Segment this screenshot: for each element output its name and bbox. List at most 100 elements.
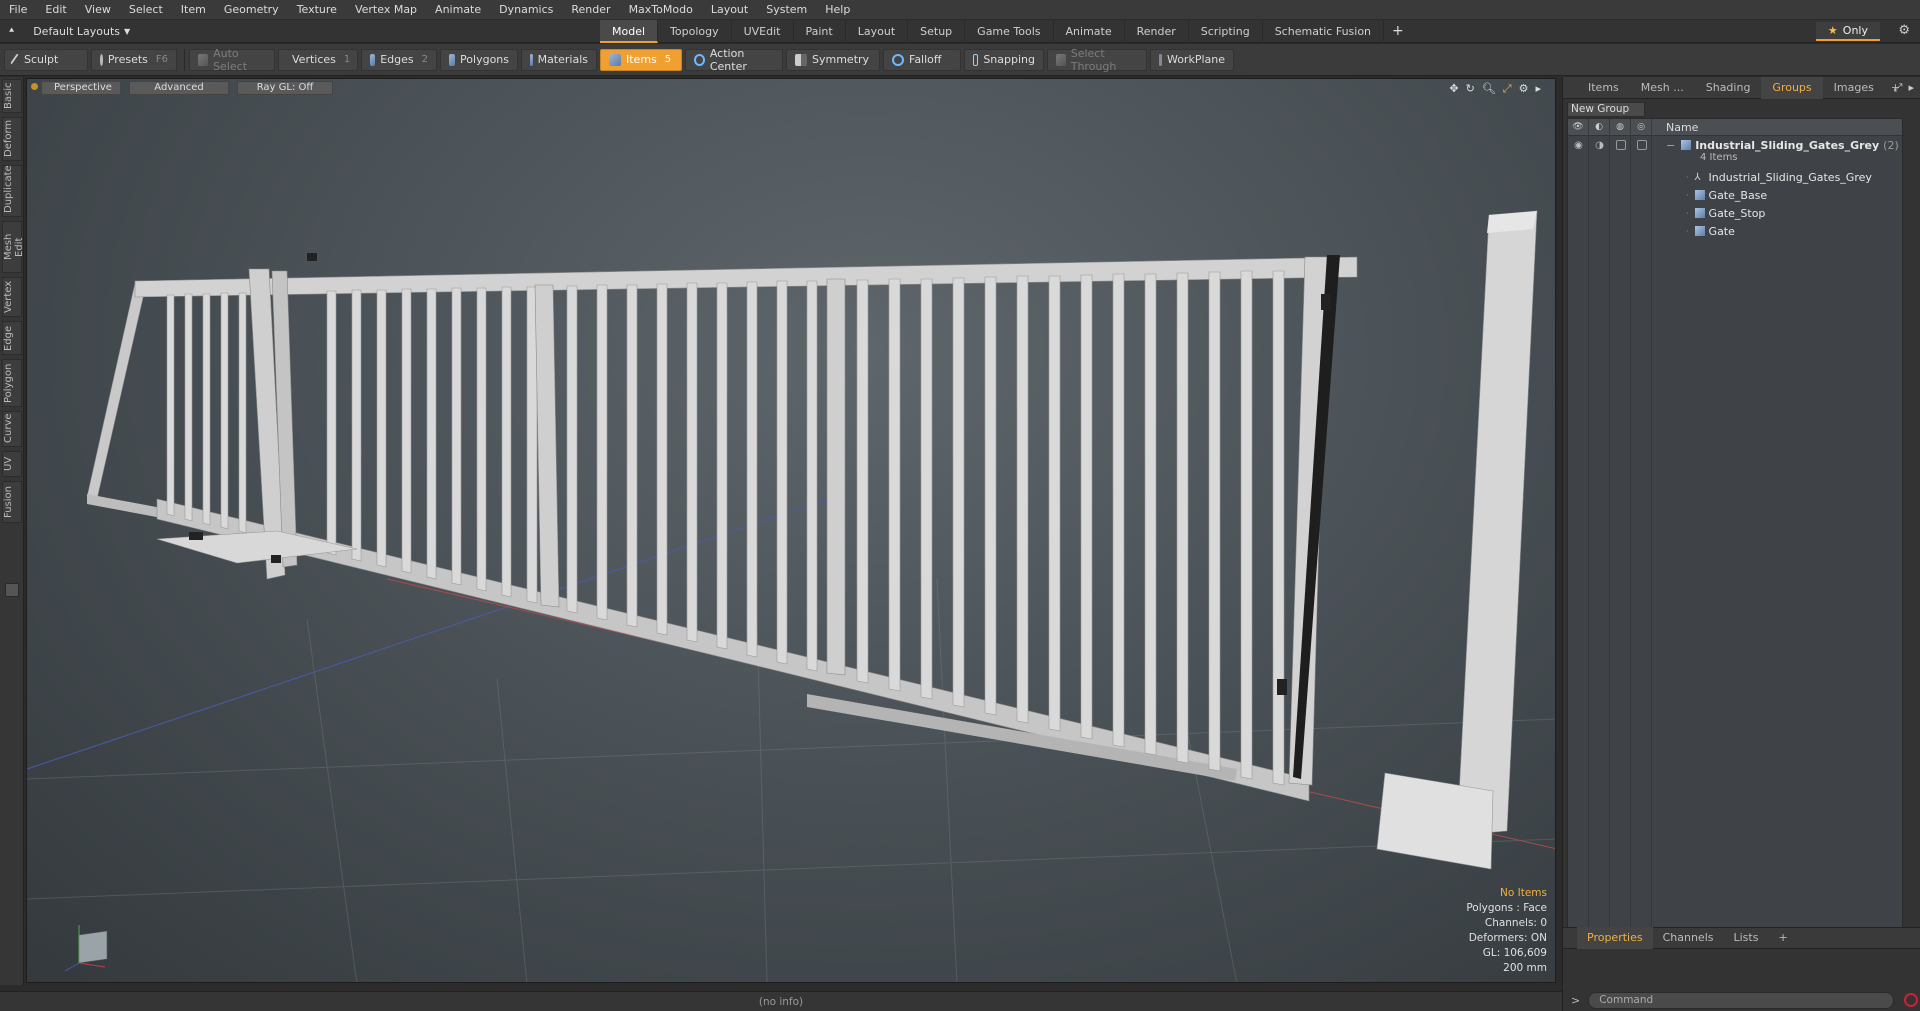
tab-model[interactable]: Model	[600, 19, 659, 43]
tab-images[interactable]: Images	[1823, 77, 1885, 99]
rotate-icon[interactable]: ↻	[1466, 82, 1475, 96]
add-properties-tab-button[interactable]: +	[1768, 927, 1797, 949]
vtab-mesh-edit[interactable]: Mesh Edit	[2, 221, 25, 273]
menu-help[interactable]: Help	[816, 0, 859, 20]
scene-canvas[interactable]	[27, 79, 1556, 983]
action-center-button[interactable]: Action Center	[685, 47, 783, 73]
viewport-arrow-icon[interactable]: ▸	[1535, 82, 1541, 96]
3d-viewport[interactable]: Perspective Advanced Ray GL: Off ✥ ↻ 🔍︎ …	[26, 78, 1556, 983]
vtab-deform[interactable]: Deform	[2, 117, 22, 161]
snapping-button[interactable]: Snapping	[964, 48, 1044, 71]
menu-dynamics[interactable]: Dynamics	[490, 0, 562, 20]
shading-dropdown[interactable]: Advanced	[129, 81, 229, 95]
lock-checkbox[interactable]	[1610, 140, 1631, 150]
vtab-vertex[interactable]: Vertex	[2, 277, 22, 317]
layout-dropdown[interactable]: ⯅ Default Layouts ▼	[0, 25, 600, 38]
pan-icon[interactable]: ✥	[1449, 82, 1458, 96]
gate-model[interactable]	[86, 253, 1358, 802]
tab-layout[interactable]: Layout	[846, 19, 909, 43]
tab-items[interactable]: Items	[1577, 77, 1630, 99]
tab-properties[interactable]: Properties	[1577, 927, 1653, 949]
tab-animate[interactable]: Animate	[1054, 19, 1125, 43]
menu-layout[interactable]: Layout	[702, 0, 757, 20]
collapse-icon[interactable]: ⯅	[8, 26, 15, 36]
falloff-icon	[892, 53, 904, 66]
tab-topology[interactable]: Topology	[658, 19, 732, 43]
only-button[interactable]: ★ Only	[1815, 22, 1880, 41]
select-column	[1631, 136, 1652, 930]
command-input[interactable]: Command	[1588, 991, 1895, 1009]
tab-render[interactable]: Render	[1125, 19, 1189, 43]
vtab-fusion[interactable]: Fusion	[2, 481, 22, 523]
select-through-button[interactable]: Select Through	[1047, 47, 1147, 73]
tab-shading[interactable]: Shading	[1695, 77, 1762, 99]
render-column-icon[interactable]: ◐	[1589, 118, 1610, 136]
tab-schematic-fusion[interactable]: Schematic Fusion	[1263, 19, 1385, 43]
menu-view[interactable]: View	[76, 0, 120, 20]
visibility-column-icon[interactable]: 👁	[1568, 118, 1589, 136]
menu-select[interactable]: Select	[120, 0, 172, 20]
render-icon[interactable]: ◑	[1589, 140, 1610, 151]
vtab-duplicate[interactable]: Duplicate	[2, 165, 22, 217]
raygl-toggle[interactable]: Ray GL: Off	[237, 81, 333, 95]
tab-channels[interactable]: Channels	[1653, 927, 1724, 949]
vtab-polygon[interactable]: Polygon	[2, 359, 22, 407]
command-record-icon[interactable]	[1904, 993, 1919, 1007]
auto-select-button[interactable]: Auto Select	[189, 47, 275, 73]
menu-geometry[interactable]: Geometry	[215, 0, 288, 20]
new-group-button[interactable]: New Group	[1567, 102, 1645, 117]
presets-button[interactable]: Presets F6	[91, 48, 177, 71]
collapse-icon[interactable]: −	[1666, 139, 1675, 152]
menu-render[interactable]: Render	[562, 0, 619, 20]
items-button[interactable]: Items 5	[600, 48, 682, 71]
view-mode-dropdown[interactable]: Perspective	[41, 81, 121, 95]
zoom-icon[interactable]: 🔍︎	[1482, 82, 1496, 96]
select-column-icon[interactable]: ◎	[1631, 118, 1652, 136]
gear-icon[interactable]: ⚙	[1898, 23, 1910, 38]
polygons-button[interactable]: Polygons	[440, 48, 518, 71]
list-item[interactable]: · Gate_Base	[1568, 186, 1902, 204]
eye-icon[interactable]: ◉	[1568, 140, 1589, 151]
vtab-curve[interactable]: Curve	[2, 411, 22, 447]
menu-texture[interactable]: Texture	[288, 0, 346, 20]
tab-uvedit[interactable]: UVEdit	[732, 19, 794, 43]
strip-toggle-button[interactable]	[5, 583, 19, 597]
list-item[interactable]: · Gate_Stop	[1568, 204, 1902, 222]
tab-mesh[interactable]: Mesh ...	[1630, 77, 1695, 99]
menu-edit[interactable]: Edit	[36, 0, 75, 20]
panel-arrow-icon[interactable]: ▸	[1908, 81, 1914, 95]
workplane-button[interactable]: WorkPlane	[1150, 48, 1234, 71]
menu-file[interactable]: File	[0, 0, 36, 20]
gate-post-mid-1	[534, 284, 560, 608]
tab-lists[interactable]: Lists	[1724, 927, 1769, 949]
fit-icon[interactable]: ⤢	[1503, 82, 1512, 96]
menu-item[interactable]: Item	[172, 0, 215, 20]
tab-game-tools[interactable]: Game Tools	[965, 19, 1054, 43]
vertices-button[interactable]: Vertices 1	[278, 48, 358, 71]
vtab-basic[interactable]: Basic	[2, 79, 22, 113]
vtab-uv[interactable]: UV	[2, 451, 22, 477]
menu-maxtomodo[interactable]: MaxToModo	[620, 0, 702, 20]
vtab-edge[interactable]: Edge	[2, 321, 22, 355]
select-checkbox[interactable]	[1631, 140, 1652, 150]
menu-vertex-map[interactable]: Vertex Map	[346, 0, 426, 20]
falloff-button[interactable]: Falloff	[883, 48, 961, 71]
add-tab-button[interactable]: +	[1384, 20, 1412, 43]
tab-setup[interactable]: Setup	[908, 19, 966, 43]
materials-button[interactable]: Materials	[521, 48, 597, 71]
symmetry-button[interactable]: Symmetry	[786, 48, 880, 71]
sculpt-button[interactable]: Sculpt	[4, 48, 88, 71]
lock-column-icon[interactable]: ◍	[1610, 118, 1631, 136]
viewport-gear-icon[interactable]: ⚙	[1519, 82, 1529, 96]
edges-button[interactable]: Edges 2	[361, 48, 437, 71]
list-item[interactable]: · ⅄ Industrial_Sliding_Gates_Grey	[1568, 168, 1902, 186]
list-item[interactable]: · Gate	[1568, 222, 1902, 240]
tab-scripting[interactable]: Scripting	[1189, 19, 1263, 43]
gate-stop-model[interactable]	[1376, 210, 1538, 870]
expand-icon[interactable]: ⤢	[1894, 81, 1903, 95]
tab-paint[interactable]: Paint	[794, 19, 846, 43]
tab-groups[interactable]: Groups	[1761, 76, 1823, 99]
menu-animate[interactable]: Animate	[426, 0, 490, 20]
locator-icon: ⅄	[1694, 172, 1701, 183]
menu-system[interactable]: System	[757, 0, 816, 20]
